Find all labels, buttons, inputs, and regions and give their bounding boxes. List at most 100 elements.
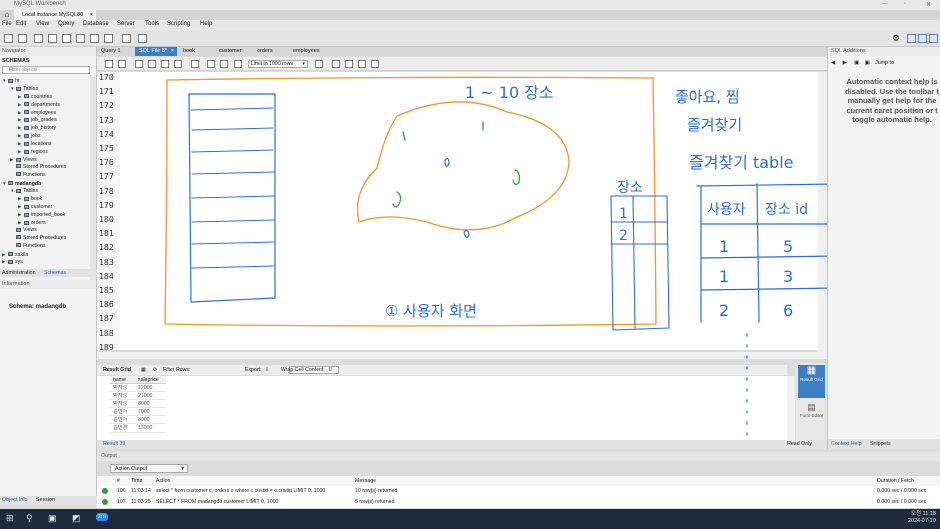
tree-node[interactable]: ▼ Tables	[0, 85, 90, 93]
tree-node[interactable]: ▼ madangdb	[0, 180, 90, 188]
output-row[interactable]: 106 11:03:14 select * from customer c, o…	[97, 486, 940, 496]
tab-administration[interactable]: Administration	[2, 269, 36, 277]
create-function-icon[interactable]	[104, 34, 113, 43]
column-header-name[interactable]: name	[110, 376, 136, 383]
close-icon[interactable]: ✕	[926, 1, 931, 8]
tree-node[interactable]: ▶ locations	[0, 140, 90, 148]
commit-icon[interactable]	[207, 60, 215, 68]
menu-file[interactable]: File	[2, 21, 12, 27]
toggle-error-icon[interactable]	[191, 60, 199, 68]
maximize-icon[interactable]: ▫	[904, 1, 906, 7]
menu-scripting[interactable]: Scripting	[167, 21, 190, 27]
table-row[interactable]: 박지성 21000	[110, 392, 166, 401]
tab-sql-file-8[interactable]: SQL File 8* ×	[135, 47, 177, 56]
tree-node[interactable]: ▼ Tables	[0, 187, 90, 195]
tree-node[interactable]: ▼ hr	[0, 77, 90, 85]
gear-icon[interactable]: ⚙	[892, 33, 900, 44]
sql-editor[interactable]: 170 171 172 173 174 175 176 177 178 179 180 181 182 1…	[97, 72, 820, 352]
tab-result-39[interactable]: Result 39	[103, 441, 125, 447]
tab-object-info[interactable]: Object Info	[2, 497, 28, 503]
tree-node[interactable]: ▶ regions	[0, 148, 90, 156]
cell-name[interactable]: 김연경	[110, 424, 136, 431]
rollback-icon[interactable]	[220, 60, 228, 68]
menu-database[interactable]: Database	[83, 21, 109, 27]
table-row[interactable]: 김연아 8000	[110, 416, 166, 425]
menu-view[interactable]: View	[36, 21, 49, 27]
wrap-lines-icon[interactable]	[371, 60, 379, 68]
toggle-sidebar-icon[interactable]	[907, 34, 916, 43]
tree-node[interactable]: ▶ jobs	[0, 132, 90, 140]
close-tab-icon[interactable]: ×	[90, 10, 93, 20]
tree-node[interactable]: ▶ sys	[0, 258, 90, 266]
back-icon[interactable]: ◀	[831, 60, 835, 66]
create-view-icon[interactable]	[76, 34, 85, 43]
tree-node[interactable]: Functions	[0, 172, 90, 180]
cell-saleprice[interactable]: 13000	[136, 424, 166, 431]
cell-saleprice[interactable]: 7000	[136, 408, 166, 415]
zoom-app-icon[interactable]: zm	[96, 513, 108, 521]
menu-help[interactable]: Help	[200, 21, 212, 27]
tab-schemas[interactable]: Schemas	[44, 269, 66, 277]
menu-edit[interactable]: Edit	[16, 21, 26, 27]
result-grid[interactable]: name saleprice 박지성 12000 박지성 21000 박지성 6000 김연…	[110, 376, 166, 440]
tree-node[interactable]: ▶ departments	[0, 101, 90, 109]
cell-name[interactable]: 박지성	[110, 400, 136, 407]
tab-book[interactable]: book	[179, 47, 213, 56]
windows-start-icon[interactable]: ⊞	[6, 513, 14, 524]
toggle-auto-help-icon[interactable]: ▣	[854, 60, 859, 66]
tab-orders[interactable]: orders	[253, 47, 287, 56]
search-icon[interactable]: ⚲	[26, 513, 33, 524]
tree-node[interactable]: ▶ imported_book	[0, 211, 90, 219]
menu-query[interactable]: Query	[58, 21, 74, 27]
cell-name[interactable]: 박지성	[110, 392, 136, 399]
explain-icon[interactable]	[161, 60, 169, 68]
form-editor-button[interactable]: ▤ Form Editor	[798, 401, 825, 434]
table-row[interactable]: 박지성 12000	[110, 384, 166, 393]
menu-server[interactable]: Server	[117, 21, 135, 27]
cell-saleprice[interactable]: 8000	[136, 416, 166, 423]
cell-name[interactable]: 박지성	[110, 384, 136, 391]
toggle-secondary-sidebar-icon[interactable]	[929, 34, 938, 43]
output-row[interactable]: 107 11:03:25 SELECT * FROM madangdb.cust…	[97, 497, 940, 507]
home-icon[interactable]: ⌂	[0, 10, 14, 20]
create-table-icon[interactable]	[62, 34, 71, 43]
refresh-icon[interactable]: ⟳	[153, 367, 157, 373]
table-row[interactable]: 박지성 6000	[110, 400, 166, 409]
bookmark-icon[interactable]	[315, 60, 323, 68]
limit-rows-select[interactable]: Limit to 1000 rows ▾	[248, 60, 308, 68]
wrap-icon[interactable]: ⌷	[329, 367, 332, 374]
column-header-saleprice[interactable]: saleprice	[136, 376, 166, 383]
manual-help-icon[interactable]: ▣	[865, 60, 870, 66]
stop-icon[interactable]	[174, 60, 182, 68]
find-icon[interactable]	[345, 60, 353, 68]
new-sql-tab-icon[interactable]	[4, 34, 13, 43]
tab-employees[interactable]: employees	[289, 47, 331, 56]
save-icon[interactable]	[118, 60, 126, 68]
open-file-icon[interactable]	[105, 60, 113, 68]
result-grid-view-button[interactable]: ▦ Result Grid	[798, 365, 825, 398]
tab-customer[interactable]: customer	[215, 47, 253, 56]
tree-node[interactable]: Views	[0, 227, 90, 235]
tree-node[interactable]: ▶ customer	[0, 203, 90, 211]
table-row[interactable]: 김연경 13000	[110, 424, 166, 433]
task-view-icon[interactable]: ▣	[48, 513, 57, 524]
cell-saleprice[interactable]: 21000	[136, 392, 166, 399]
inspector-icon[interactable]	[34, 34, 43, 43]
minimize-icon[interactable]: —	[882, 1, 888, 7]
beautify-icon[interactable]	[332, 60, 340, 68]
workbench-app-icon[interactable]: ◩	[72, 513, 81, 524]
reconnect-icon[interactable]	[138, 34, 147, 43]
tree-node[interactable]: ▶ employees	[0, 109, 90, 117]
cell-saleprice[interactable]: 12000	[136, 384, 166, 391]
create-schema-icon[interactable]	[48, 34, 57, 43]
navigator-scrollbar[interactable]	[90, 77, 96, 282]
menu-tools[interactable]: Tools	[145, 21, 159, 27]
connection-tab[interactable]: Local instance MySQL80 ×	[14, 10, 96, 20]
open-sql-file-icon[interactable]	[18, 34, 27, 43]
result-grid-scrollbar[interactable]	[787, 376, 795, 440]
forward-icon[interactable]: ▶	[843, 60, 847, 66]
tab-session[interactable]: Session	[36, 497, 55, 503]
tree-node[interactable]: ▶ sakila	[0, 251, 90, 259]
cell-name[interactable]: 김연아	[110, 416, 136, 423]
tree-node[interactable]: ▶ countries	[0, 93, 90, 101]
